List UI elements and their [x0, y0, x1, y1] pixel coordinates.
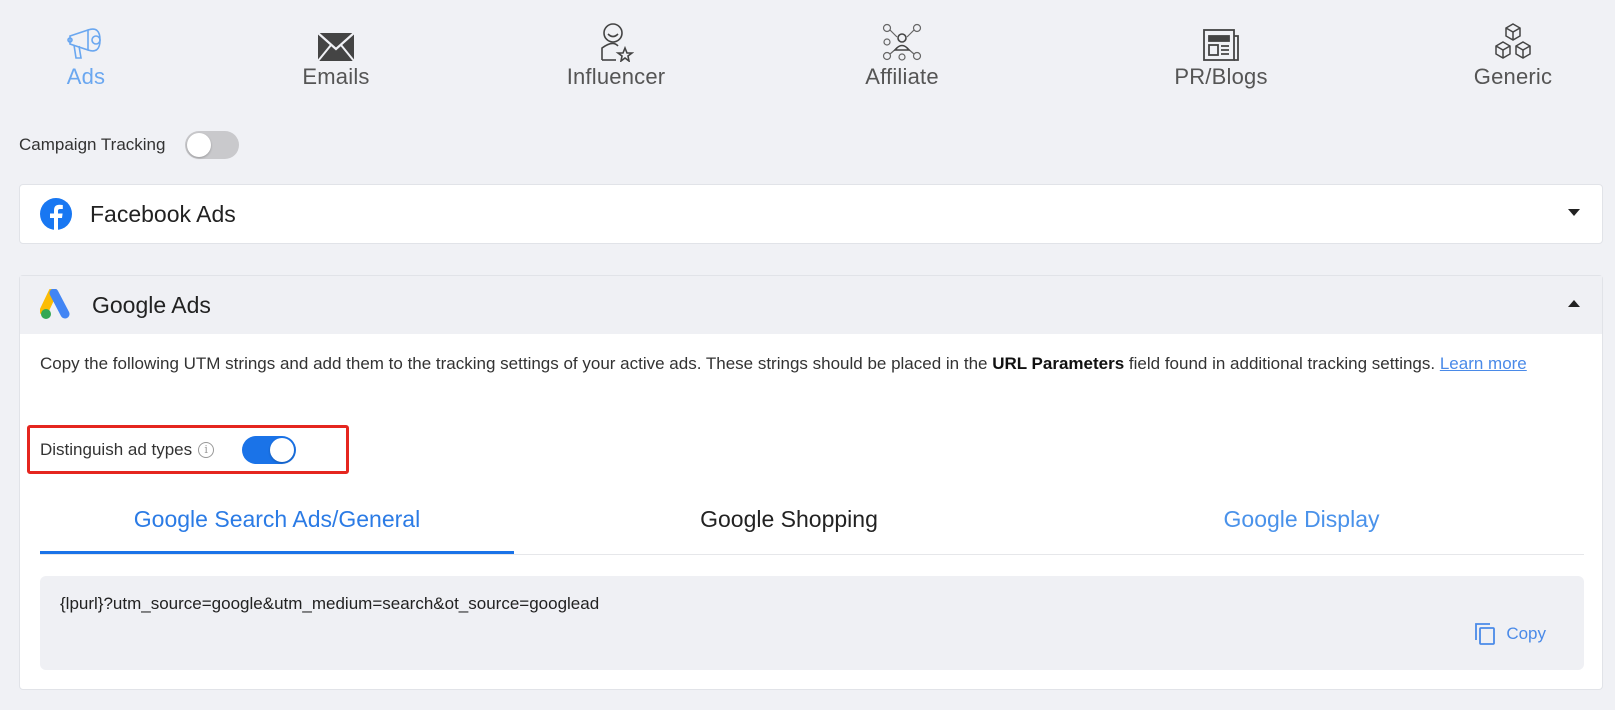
channel-tab-pr-blogs[interactable]: PR/Blogs: [1141, 18, 1301, 90]
channel-tab-generic[interactable]: Generic: [1433, 18, 1593, 90]
megaphone-icon: [67, 28, 101, 59]
chevron-down-icon[interactable]: [1568, 209, 1580, 216]
channel-label-affiliate: Affiliate: [865, 64, 939, 89]
facebook-ads-panel: Facebook Ads: [19, 184, 1603, 244]
google-ads-header[interactable]: Google Ads: [20, 276, 1602, 334]
distinguish-ad-types-toggle[interactable]: [242, 435, 297, 464]
distinguish-ad-types-row: Distinguish ad types i: [27, 425, 349, 474]
utm-string-box: {lpurl}?utm_source=google&utm_medium=sea…: [40, 576, 1584, 670]
influencer-icon: [601, 23, 634, 62]
envelope-icon: [317, 32, 355, 62]
utm-string: {lpurl}?utm_source=google&utm_medium=sea…: [60, 594, 600, 613]
distinguish-ad-types-label: Distinguish ad types: [40, 439, 193, 459]
facebook-icon: [40, 198, 72, 230]
tab-google-search-ads[interactable]: Google Search Ads/General: [40, 489, 514, 554]
learn-more-link[interactable]: Learn more: [1440, 354, 1527, 373]
affiliate-network-icon: [882, 23, 922, 61]
google-ads-panel: Google Ads Copy the following UTM string…: [19, 275, 1603, 690]
description-text-2: field found in additional tracking setti…: [1124, 354, 1440, 373]
google-ads-icon: [40, 289, 70, 319]
campaign-tracking-label: Campaign Tracking: [19, 135, 166, 154]
channel-label-pr-blogs: PR/Blogs: [1174, 64, 1268, 89]
tab-google-shopping[interactable]: Google Shopping: [514, 489, 1064, 554]
facebook-ads-title: Facebook Ads: [90, 200, 236, 227]
copy-label: Copy: [1506, 624, 1546, 643]
description-text: Copy the following UTM strings and add t…: [40, 354, 993, 373]
chevron-up-icon[interactable]: [1568, 300, 1580, 307]
facebook-ads-header[interactable]: Facebook Ads: [20, 185, 1602, 243]
copy-button[interactable]: Copy: [1474, 622, 1546, 646]
url-parameters-text: URL Parameters: [992, 354, 1125, 373]
info-icon[interactable]: i: [198, 441, 215, 458]
tab-google-display[interactable]: Google Display: [1064, 489, 1539, 554]
campaign-tracking-toggle[interactable]: [185, 131, 240, 159]
google-ads-description: Copy the following UTM strings and add t…: [40, 350, 1570, 378]
boxes-icon: [1495, 23, 1531, 59]
channel-label-emails: Emails: [302, 64, 370, 89]
newspaper-icon: [1203, 29, 1239, 61]
campaign-tracking-row: Campaign Tracking: [19, 128, 240, 162]
channel-tab-ads[interactable]: Ads: [6, 18, 166, 90]
channel-bar: Ads Emails Influencer Affiliate PR/Blogs…: [0, 0, 1615, 110]
channel-tab-affiliate[interactable]: Affiliate: [822, 18, 982, 90]
channel-label-generic: Generic: [1473, 64, 1553, 89]
channel-label-influencer: Influencer: [566, 64, 666, 89]
channel-tab-emails[interactable]: Emails: [256, 18, 416, 90]
google-ad-type-tabs: Google Search Ads/General Google Shoppin…: [40, 489, 1584, 555]
copy-icon: [1475, 623, 1496, 645]
channel-tab-influencer[interactable]: Influencer: [536, 18, 696, 90]
google-ads-title: Google Ads: [92, 291, 211, 318]
channel-label-ads: Ads: [66, 64, 106, 89]
